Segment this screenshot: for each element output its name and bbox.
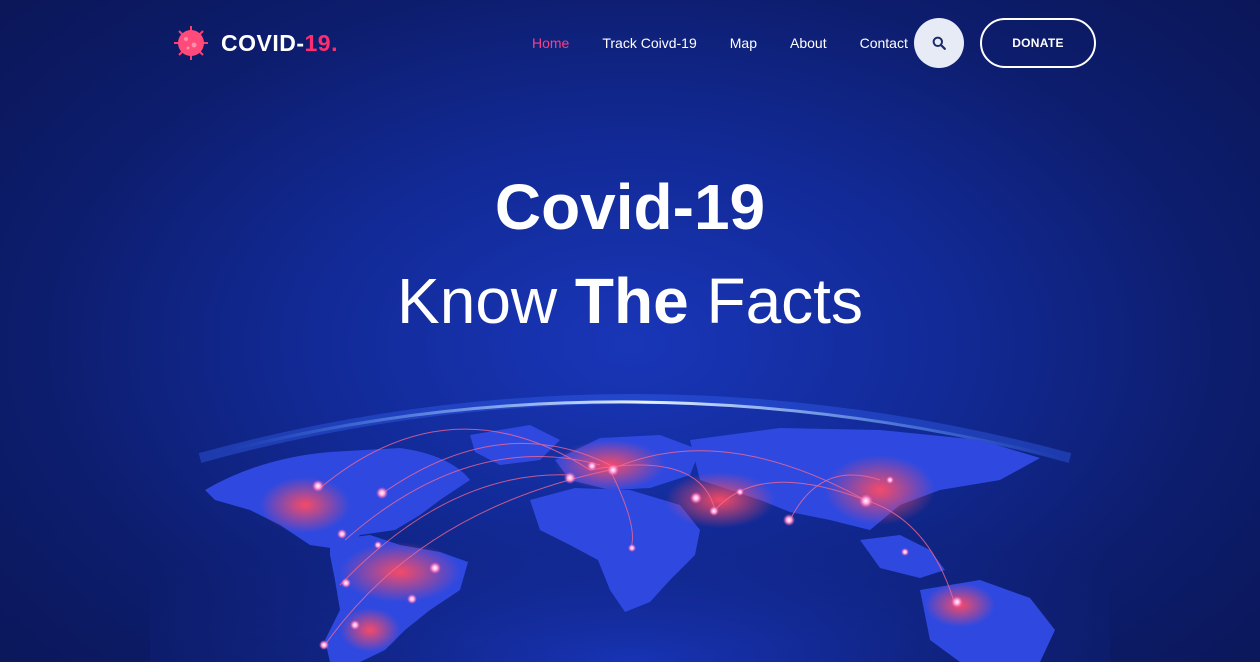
world-globe-map (150, 394, 1110, 662)
nav-contact[interactable]: Contact (860, 35, 908, 51)
donate-button[interactable]: DONATE (980, 18, 1096, 68)
hero-subtitle-pre: Know (397, 265, 575, 337)
brand-name: COVID-19. (221, 29, 338, 56)
search-icon (932, 36, 946, 50)
nav-track-covid[interactable]: Track Coivd-19 (602, 35, 696, 51)
hero-title: Covid-19 (494, 171, 766, 243)
nav-home[interactable]: Home (532, 35, 569, 51)
main-nav: Home Track Coivd-19 Map About Contact (532, 35, 941, 51)
brand-accent: 19. (304, 29, 338, 56)
hero-subtitle: Know The Facts (0, 266, 1260, 336)
top-navbar: COVID-19. Home Track Coivd-19 Map About … (0, 0, 1260, 86)
nav-map[interactable]: Map (730, 35, 757, 51)
brand-logo-link[interactable]: COVID-19. (173, 25, 338, 61)
search-button[interactable] (914, 18, 964, 68)
hero-subtitle-post: Facts (688, 265, 863, 337)
virus-icon (174, 26, 208, 60)
hero-subtitle-bold: The (574, 265, 689, 337)
nav-about[interactable]: About (790, 35, 827, 51)
